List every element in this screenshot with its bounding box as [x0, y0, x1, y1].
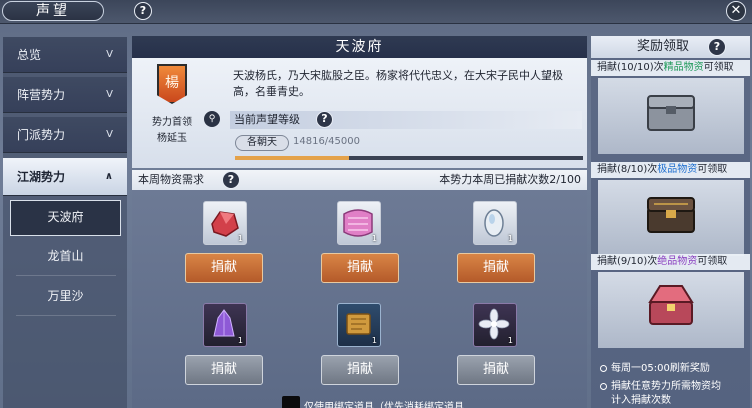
faction-title: 天波府: [132, 36, 587, 58]
item-slot[interactable]: 1: [473, 201, 517, 245]
reward-tier-label: 捐献(9/10)次绝品物资可领取: [591, 254, 750, 270]
item-slot[interactable]: 1: [473, 303, 517, 347]
leader-label: 势力首领: [152, 117, 192, 128]
reward-chest[interactable]: [598, 78, 744, 154]
item-count: 1: [237, 336, 243, 345]
chest-icon: [648, 285, 694, 325]
requirements-label: 本周物资需求: [138, 173, 204, 186]
faction-description: 天波杨氏，乃大宋肱股之臣。杨家将代代忠义，在大宋子民中人望极高，名垂青史。: [233, 69, 563, 98]
chest-icon: [647, 95, 695, 131]
top-bar: [0, 0, 752, 24]
donate-button[interactable]: 捐献: [457, 253, 535, 283]
chest-icon: [647, 197, 695, 233]
sidebar-item-label: 总览: [17, 48, 42, 62]
weekly-donation-count: 本势力本周已捐献次数2/100: [439, 173, 581, 186]
sidebar-subitem-longshoushan[interactable]: 龙首山: [10, 238, 121, 274]
donate-button[interactable]: 捐献: [321, 253, 399, 283]
chevron-down-icon: V: [106, 129, 113, 140]
reward-tier-label: 捐献(10/10)次精品物资可领取: [591, 60, 750, 76]
donate-button[interactable]: 捐献: [185, 355, 263, 385]
reward-count: 捐献(9/10)次: [597, 256, 658, 267]
reward-status: 可领取: [703, 62, 734, 73]
reward-count: 捐献(8/10)次: [597, 164, 658, 175]
donate-button[interactable]: 捐献: [185, 253, 263, 283]
close-icon[interactable]: ✕: [726, 1, 746, 21]
chevron-up-icon: ∧: [104, 171, 113, 182]
note-text: 计入捐献次数: [611, 395, 671, 406]
sidebar-subitem-wanlisha[interactable]: 万里沙: [10, 278, 121, 314]
sidebar-subitem-tianbofu[interactable]: 天波府: [10, 200, 121, 236]
sidebar-item-sect[interactable]: 门派势力 V: [3, 117, 127, 153]
bound-items-checkbox[interactable]: [282, 396, 300, 408]
reward-status: 可领取: [697, 256, 728, 267]
search-icon[interactable]: ⚲: [204, 111, 220, 127]
reputation-label-text: 当前声望等级: [234, 113, 300, 126]
sidebar-item-jianghu[interactable]: 江湖势力 ∧: [3, 158, 127, 196]
sidebar-item-camp[interactable]: 阵营势力 V: [3, 77, 127, 113]
help-icon[interactable]: ?: [316, 111, 333, 128]
reputation-progress-fill: [235, 156, 349, 160]
sidebar-item-label: 阵营势力: [17, 88, 66, 102]
item-count: 1: [507, 234, 513, 243]
reward-note: 捐献任意势力所需物资均: [600, 380, 721, 394]
reward-status: 可领取: [697, 164, 728, 175]
item-slot[interactable]: 1: [203, 201, 247, 245]
page-title: 声望: [2, 1, 104, 21]
requirements-header: 本周物资需求 本势力本周已捐献次数2/100: [132, 170, 587, 190]
reward-note: 每周一05:00刷新奖励: [600, 362, 710, 376]
rewards-title: 奖励领取: [591, 36, 750, 58]
reward-grade: 精品物资: [663, 62, 704, 73]
sidebar-item-label: 门派势力: [17, 128, 66, 142]
divider: [16, 275, 116, 276]
item-slot[interactable]: 1: [337, 303, 381, 347]
reward-tier-label: 捐献(8/10)次极品物资可领取: [591, 162, 750, 178]
leader-name: 杨延玉: [157, 133, 187, 144]
reward-grade: 绝品物资: [657, 256, 698, 267]
note-text: 每周一05:00刷新奖励: [611, 363, 710, 374]
item-count: 1: [507, 336, 513, 345]
reputation-label: 当前声望等级: [230, 111, 582, 129]
help-icon[interactable]: ?: [134, 2, 152, 20]
reward-count: 捐献(10/10)次: [597, 62, 664, 73]
note-text: 捐献任意势力所需物资均: [611, 381, 721, 392]
chevron-down-icon: V: [106, 89, 113, 100]
sidebar-item-label: 江湖势力: [17, 170, 66, 184]
item-count: 1: [371, 234, 377, 243]
item-count: 1: [237, 234, 243, 243]
reward-grade: 极品物资: [657, 164, 698, 175]
sidebar-item-overview[interactable]: 总览 V: [3, 37, 127, 73]
bound-items-label: 仅使用绑定道具（优先消耗绑定道具: [304, 402, 464, 408]
donate-button[interactable]: 捐献: [321, 355, 399, 385]
reward-chest[interactable]: [598, 180, 744, 256]
item-count: 1: [371, 336, 377, 345]
reward-chest[interactable]: [598, 272, 744, 348]
chevron-down-icon: V: [106, 49, 113, 60]
help-icon[interactable]: ?: [222, 171, 240, 189]
help-icon[interactable]: ?: [708, 38, 726, 56]
reputation-progress-text: 14816/45000: [293, 136, 360, 147]
rank-badge: 各朝天: [235, 135, 289, 151]
item-slot[interactable]: 1: [203, 303, 247, 347]
donate-button[interactable]: 捐献: [457, 355, 535, 385]
divider: [16, 315, 116, 316]
reward-note: 计入捐献次数: [611, 394, 671, 408]
item-slot[interactable]: 1: [337, 201, 381, 245]
